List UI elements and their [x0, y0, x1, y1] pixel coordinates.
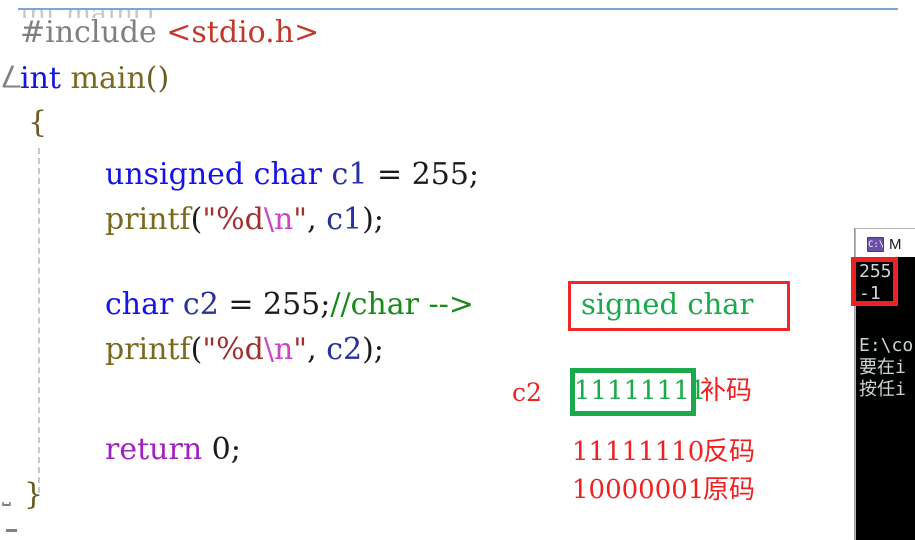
- code-token: main: [70, 61, 146, 96]
- code-token: int: [20, 61, 71, 96]
- indent-guide-line: [38, 148, 40, 493]
- code-token: unsigned char: [105, 157, 332, 192]
- code-token: printf: [105, 202, 191, 237]
- console-window-title: M: [889, 236, 902, 253]
- code-token: "%d: [202, 202, 264, 237]
- code-token: \n: [263, 332, 294, 367]
- console-prompt-line-2: 按任i: [859, 379, 906, 400]
- sign-magnitude-bits-text: 10000001: [572, 475, 705, 505]
- code-token: (: [190, 332, 203, 367]
- code-token: //char -->: [330, 287, 484, 322]
- code-token: c1: [326, 202, 363, 237]
- line-char-c2[interactable]: char c2 = 255;//char -->: [105, 290, 483, 320]
- line-return[interactable]: return 0;: [105, 435, 241, 465]
- line-unsigned-char[interactable]: unsigned char c1 = 255;: [105, 160, 479, 190]
- line-open-brace[interactable]: {: [28, 108, 47, 138]
- fold-collapse-icon[interactable]: [6, 529, 17, 532]
- console-path-line: E:\co: [859, 335, 914, 356]
- code-token: }: [24, 477, 44, 512]
- code-token: #include: [20, 15, 167, 50]
- c2-annotation-label: c2: [512, 378, 542, 407]
- code-editor-pane[interactable]: int main() ⎳ ⎵ #include <stdio.h> int mai…: [0, 0, 915, 540]
- code-token: <stdio.h>: [166, 15, 320, 50]
- code-token: "%d: [202, 332, 264, 367]
- code-token: );: [362, 332, 384, 367]
- code-token: c1: [331, 157, 368, 192]
- line-printf-c1[interactable]: printf("%d\n", c1);: [105, 205, 384, 235]
- code-token: printf: [105, 332, 191, 367]
- fold-bracket-close-icon[interactable]: ⎵: [2, 484, 11, 506]
- ones-complement-bits-text: 11111110: [572, 437, 705, 467]
- line-include[interactable]: #include <stdio.h>: [20, 18, 319, 48]
- code-token: (: [190, 202, 203, 237]
- code-token: c2: [326, 332, 363, 367]
- code-token: ": [293, 332, 308, 367]
- code-token: {: [28, 105, 48, 140]
- code-token: = 255;: [218, 287, 331, 322]
- code-token: c2: [182, 287, 219, 322]
- line-main[interactable]: int main(): [20, 64, 169, 94]
- console-app-icon: C:\: [867, 237, 884, 252]
- console-output-highlight-box: [851, 257, 898, 306]
- code-token: ": [293, 202, 308, 237]
- fold-bracket-open-icon[interactable]: ⎳: [2, 66, 21, 88]
- signed-char-annotation-text: signed char: [581, 287, 754, 321]
- code-token: \n: [263, 202, 294, 237]
- code-token: ,: [307, 332, 327, 367]
- sign-magnitude-label-text: 原码: [703, 475, 756, 505]
- code-token: char: [105, 287, 183, 322]
- line-printf-c2[interactable]: printf("%d\n", c2);: [105, 335, 384, 365]
- complement-bits-text: 11111111: [574, 376, 707, 406]
- code-token: ,: [307, 202, 327, 237]
- code-token: (): [145, 61, 170, 96]
- code-token: 0;: [211, 432, 241, 467]
- code-token: = 255;: [367, 157, 480, 192]
- complement-label-text: 补码: [700, 376, 753, 406]
- console-prompt-line-1: 要在i: [859, 357, 906, 378]
- code-token: );: [362, 202, 384, 237]
- line-close-brace[interactable]: }: [24, 480, 43, 510]
- ones-complement-label-text: 反码: [703, 437, 756, 467]
- console-titlebar[interactable]: C:\ M: [855, 228, 915, 258]
- code-token: return: [105, 432, 212, 467]
